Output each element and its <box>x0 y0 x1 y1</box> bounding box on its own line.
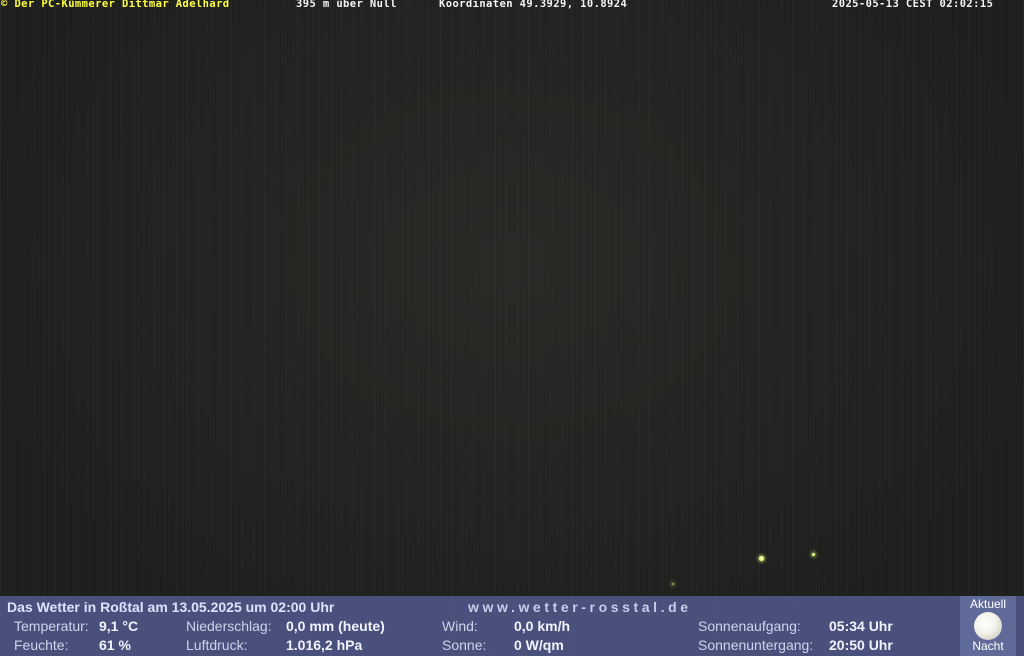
sunrise-value: 05:34 Uhr <box>829 618 893 634</box>
humidity-label: Feuchte: <box>14 637 69 653</box>
copyright-text: © Der PC-Kümmerer Dittmar Adelhard <box>1 0 230 10</box>
sunset-value: 20:50 Uhr <box>829 637 893 653</box>
humidity-value: 61 % <box>99 637 131 653</box>
sun-label: Sonne: <box>442 637 487 653</box>
weather-panel: Das Wetter in Roßtal am 13.05.2025 um 02… <box>0 596 1024 656</box>
camera-info-bar: © Der PC-Kümmerer Dittmar Adelhard 395 m… <box>0 0 1024 11</box>
moon-caption-bottom: Nacht <box>972 639 1004 653</box>
sun-value: 0 W/qm <box>514 637 564 653</box>
moon-caption-top: Aktuell <box>969 597 1007 611</box>
weather-title: Das Wetter in Roßtal am 13.05.2025 um 02… <box>7 599 335 615</box>
pressure-value: 1.016,2 hPa <box>286 637 363 653</box>
precipitation-label: Niederschlag: <box>186 618 272 634</box>
altitude-text: 395 m über Null <box>296 0 397 10</box>
sunrise-label: Sonnenaufgang: <box>698 618 801 634</box>
pressure-label: Luftdruck: <box>186 637 248 653</box>
distant-light <box>672 583 674 585</box>
wind-value: 0,0 km/h <box>514 618 571 634</box>
temperature-value: 9,1 °C <box>99 618 139 634</box>
full-moon-icon <box>974 612 1002 640</box>
sunset-label: Sonnenuntergang: <box>698 637 814 653</box>
coordinates-text: Koordinaten 49.3929, 10.8924 <box>439 0 628 10</box>
website-link[interactable]: www.wetter-rosstal.de <box>468 599 692 615</box>
moon-phase-box: Aktuell Nacht <box>960 596 1016 656</box>
distant-light <box>759 556 764 561</box>
temperature-label: Temperatur: <box>14 618 89 634</box>
timestamp-text: 2025-05-13 CEST 02:02:15 <box>832 0 994 10</box>
webcam-image: © Der PC-Kümmerer Dittmar Adelhard 395 m… <box>0 0 1024 656</box>
distant-light <box>812 553 815 556</box>
precipitation-value: 0,0 mm (heute) <box>286 618 385 634</box>
wind-label: Wind: <box>442 618 478 634</box>
